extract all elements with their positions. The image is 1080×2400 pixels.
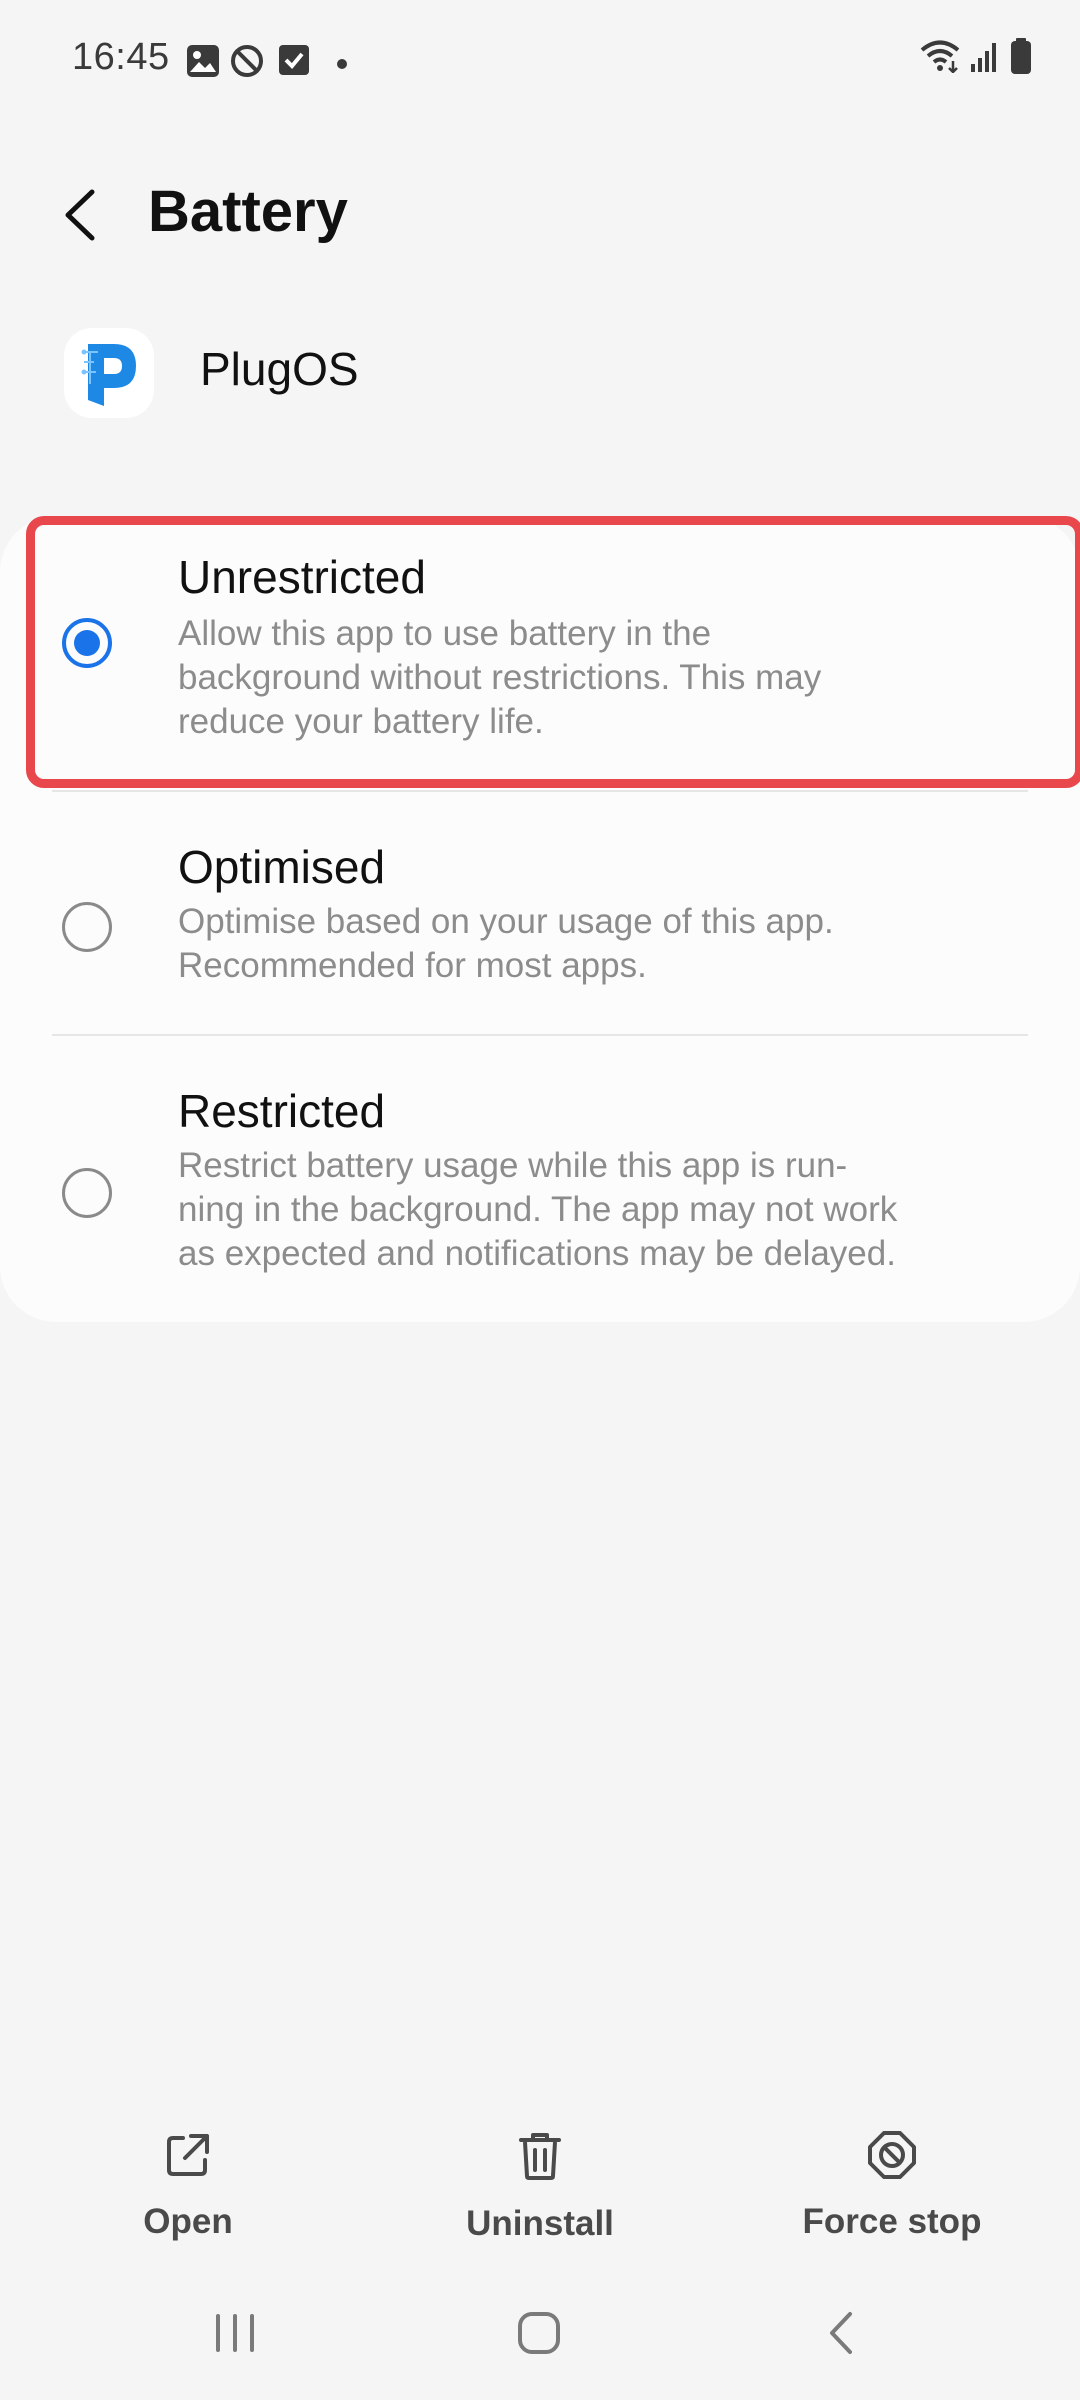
plugos-app-icon <box>64 328 154 418</box>
uninstall-button[interactable]: Uninstall <box>420 2130 660 2244</box>
signal-icon <box>970 40 1000 77</box>
option-description: Optimise based on your usage of this app… <box>178 900 978 988</box>
option-title: Restricted <box>178 1085 386 1137</box>
open-external-icon <box>167 2134 209 2176</box>
force-stop-icon <box>868 2131 916 2179</box>
page-title: Battery <box>148 179 348 244</box>
battery-settings-screen: 16:45 Battery PlugOS Unrestricted Allow … <box>0 0 1080 2400</box>
data-saver-off-icon <box>230 44 264 83</box>
recents-icon <box>216 2314 254 2352</box>
wifi-icon <box>920 39 960 78</box>
description-line: Optimise based on your usage of this app… <box>178 902 834 941</box>
back-icon <box>830 2312 852 2354</box>
status-time: 16:45 <box>72 36 170 78</box>
trash-icon <box>519 2133 561 2180</box>
force-stop-label: Force stop <box>802 2202 982 2241</box>
radio-restricted[interactable] <box>62 1168 112 1218</box>
app-name: PlugOS <box>200 343 359 395</box>
description-line: as expected and notifications may be del… <box>178 1234 896 1273</box>
force-stop-button[interactable]: Force stop <box>772 2130 1012 2242</box>
selection-highlight <box>26 516 1080 788</box>
description-line: Recommended for most apps. <box>178 946 647 985</box>
option-description: Restrict battery usage while this app is… <box>178 1144 978 1276</box>
home-button[interactable] <box>514 2308 564 2363</box>
chevron-left-icon <box>65 189 95 241</box>
option-optimised[interactable]: Optimised Optimise based on your usage o… <box>0 794 1080 1032</box>
option-restricted[interactable]: Restricted Restrict battery usage while … <box>0 1038 1080 1322</box>
option-title: Optimised <box>178 841 386 893</box>
status-right-icons <box>920 38 1032 79</box>
back-button[interactable] <box>52 180 112 250</box>
battery-icon <box>1010 38 1032 79</box>
dot-icon <box>337 56 347 74</box>
divider <box>52 1034 1028 1036</box>
description-line: Restrict battery usage while this app is… <box>178 1146 848 1185</box>
open-button[interactable]: Open <box>68 2130 308 2242</box>
home-icon <box>518 2312 560 2354</box>
recents-button[interactable] <box>212 2308 258 2363</box>
description-line: ning in the background. The app may not … <box>178 1190 898 1229</box>
uninstall-label: Uninstall <box>466 2204 614 2243</box>
radio-optimised[interactable] <box>62 902 112 952</box>
status-bar: 16:45 <box>0 0 1080 120</box>
open-label: Open <box>143 2202 233 2241</box>
checkbox-icon <box>278 44 310 81</box>
divider <box>52 790 1028 792</box>
nav-back-button[interactable] <box>818 2308 864 2363</box>
gallery-icon <box>186 44 220 83</box>
